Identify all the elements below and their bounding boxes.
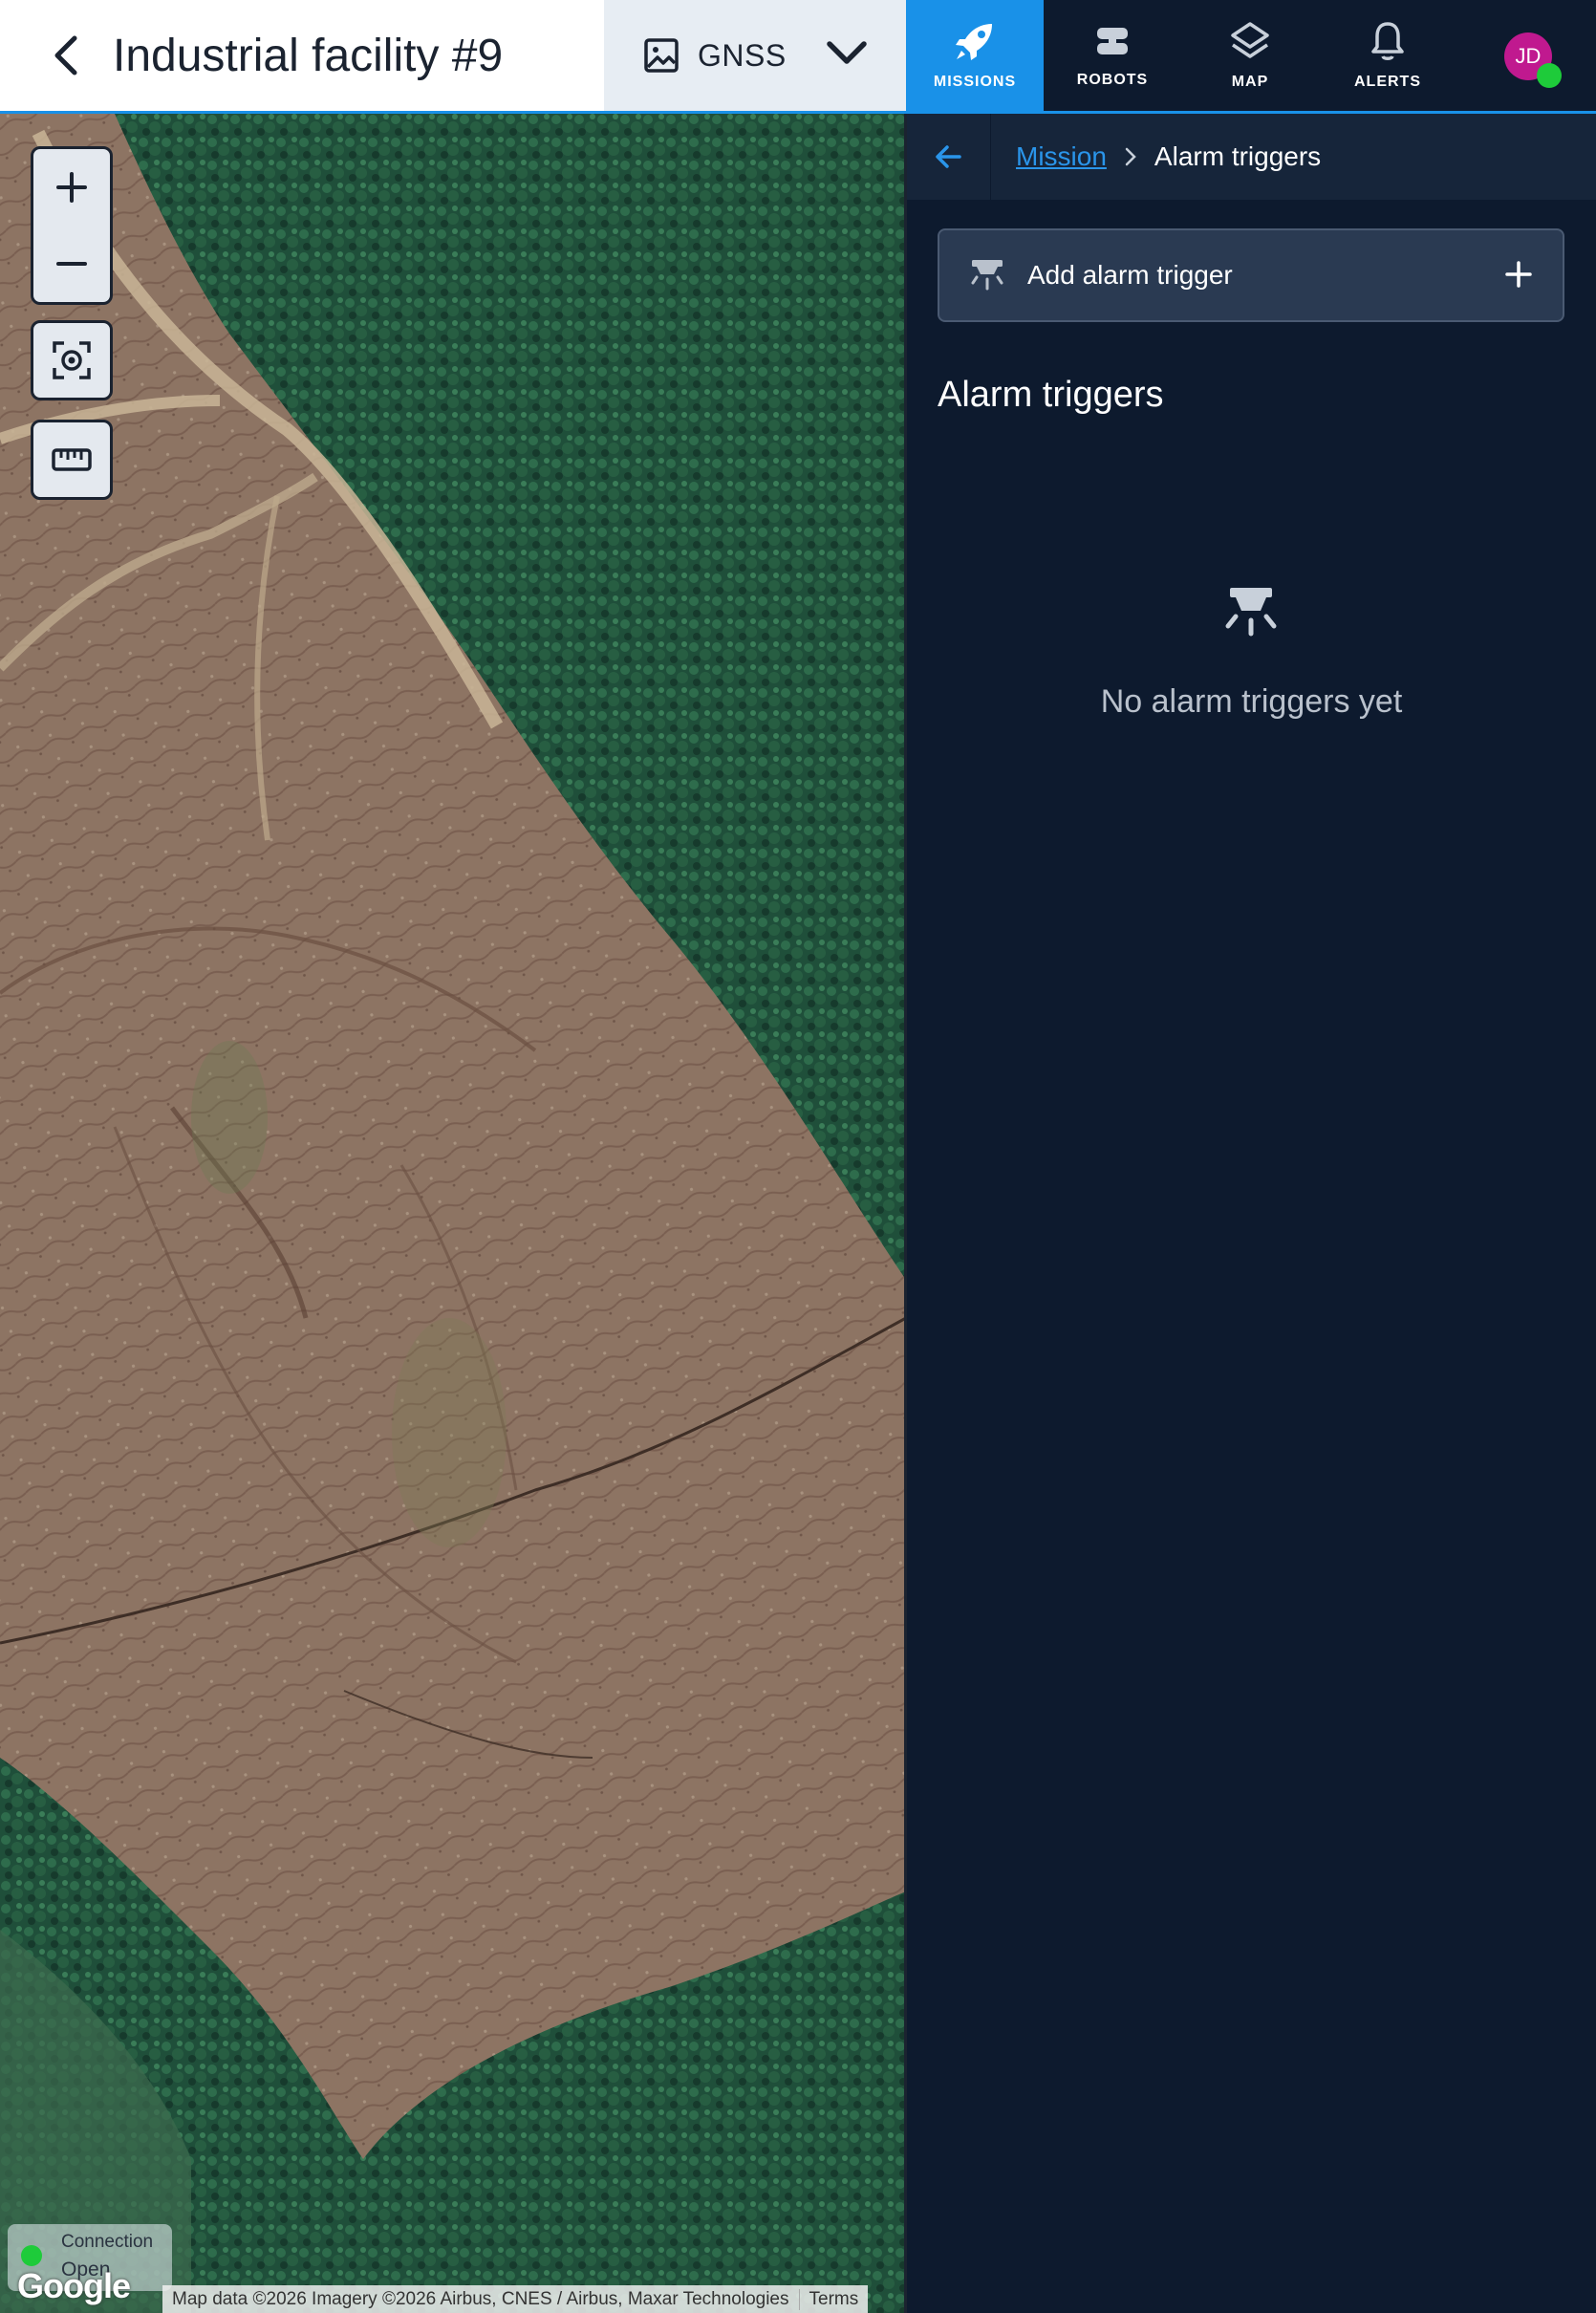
- nav-alerts-label: ALERTS: [1354, 74, 1421, 90]
- minus-icon: [56, 262, 87, 266]
- breadcrumb-mission-link[interactable]: Mission: [1016, 141, 1107, 172]
- nav-robots-label: ROBOTS: [1076, 72, 1149, 88]
- image-icon: [638, 32, 684, 78]
- rocket-icon: [956, 24, 992, 60]
- google-logo: Google: [17, 2266, 131, 2305]
- nav-missions-label: MISSIONS: [933, 74, 1017, 90]
- layers-icon: [1231, 22, 1269, 58]
- section-title: Alarm triggers: [938, 375, 1164, 415]
- main-nav: MISSIONS ROBOTS MAP ALERTS JD: [906, 0, 1596, 111]
- breadcrumb-back-button[interactable]: [907, 114, 991, 200]
- title-area: Industrial facility #9: [0, 0, 604, 111]
- focus-center-icon: [53, 341, 91, 379]
- connection-dot: [21, 2245, 42, 2266]
- robot-icon: [1097, 28, 1128, 54]
- page-title: Industrial facility #9: [113, 30, 504, 81]
- plus-icon: [56, 172, 87, 203]
- online-status-dot: [1537, 63, 1562, 88]
- empty-state-text: No alarm triggers yet: [1100, 683, 1403, 720]
- breadcrumb: Mission Alarm triggers: [907, 114, 1596, 200]
- zoom-controls: [31, 146, 113, 305]
- plus-icon: [1505, 261, 1532, 288]
- nav-alerts[interactable]: ALERTS: [1319, 0, 1456, 111]
- map-view[interactable]: Connection Open Google Map data ©2026 Im…: [0, 114, 906, 2313]
- chevron-down-icon: [827, 41, 867, 64]
- terms-link[interactable]: Terms: [798, 2288, 869, 2310]
- map-attribution: Map data ©2026 Imagery ©2026 Airbus, CNE…: [162, 2285, 869, 2313]
- measure-button[interactable]: [31, 420, 113, 500]
- top-bar: Industrial facility #9 GNSS MISSIONS ROB…: [0, 0, 1596, 114]
- map-layer-label: GNSS: [698, 37, 787, 73]
- chevron-right-icon: [1125, 147, 1136, 166]
- side-panel: Mission Alarm triggers Add alarm trigger…: [907, 114, 1596, 2313]
- nav-map[interactable]: MAP: [1181, 0, 1319, 111]
- alarm-icon: [1225, 588, 1277, 637]
- nav-robots[interactable]: ROBOTS: [1044, 0, 1181, 111]
- chevron-left-icon: [54, 35, 77, 76]
- bell-icon: [1371, 22, 1404, 60]
- zoom-in-button[interactable]: [33, 149, 110, 226]
- connection-label: Connection: [61, 2232, 154, 2252]
- add-alarm-trigger-label: Add alarm trigger: [1027, 260, 1233, 290]
- add-alarm-trigger-button[interactable]: Add alarm trigger: [938, 228, 1564, 322]
- map-layer-select[interactable]: GNSS: [604, 0, 906, 111]
- nav-map-label: MAP: [1231, 74, 1269, 90]
- attribution-text: Map data ©2026 Imagery ©2026 Airbus, CNE…: [172, 2288, 789, 2309]
- recenter-button[interactable]: [31, 320, 113, 400]
- zoom-out-button[interactable]: [33, 226, 110, 302]
- ruler-icon: [52, 448, 92, 471]
- back-button[interactable]: [29, 0, 105, 111]
- satellite-imagery: [0, 114, 906, 2313]
- nav-missions[interactable]: MISSIONS: [906, 0, 1044, 111]
- user-menu[interactable]: JD: [1456, 0, 1594, 111]
- alarm-icon: [966, 254, 1008, 296]
- breadcrumb-current: Alarm triggers: [1154, 141, 1322, 171]
- arrow-left-icon: [935, 145, 961, 168]
